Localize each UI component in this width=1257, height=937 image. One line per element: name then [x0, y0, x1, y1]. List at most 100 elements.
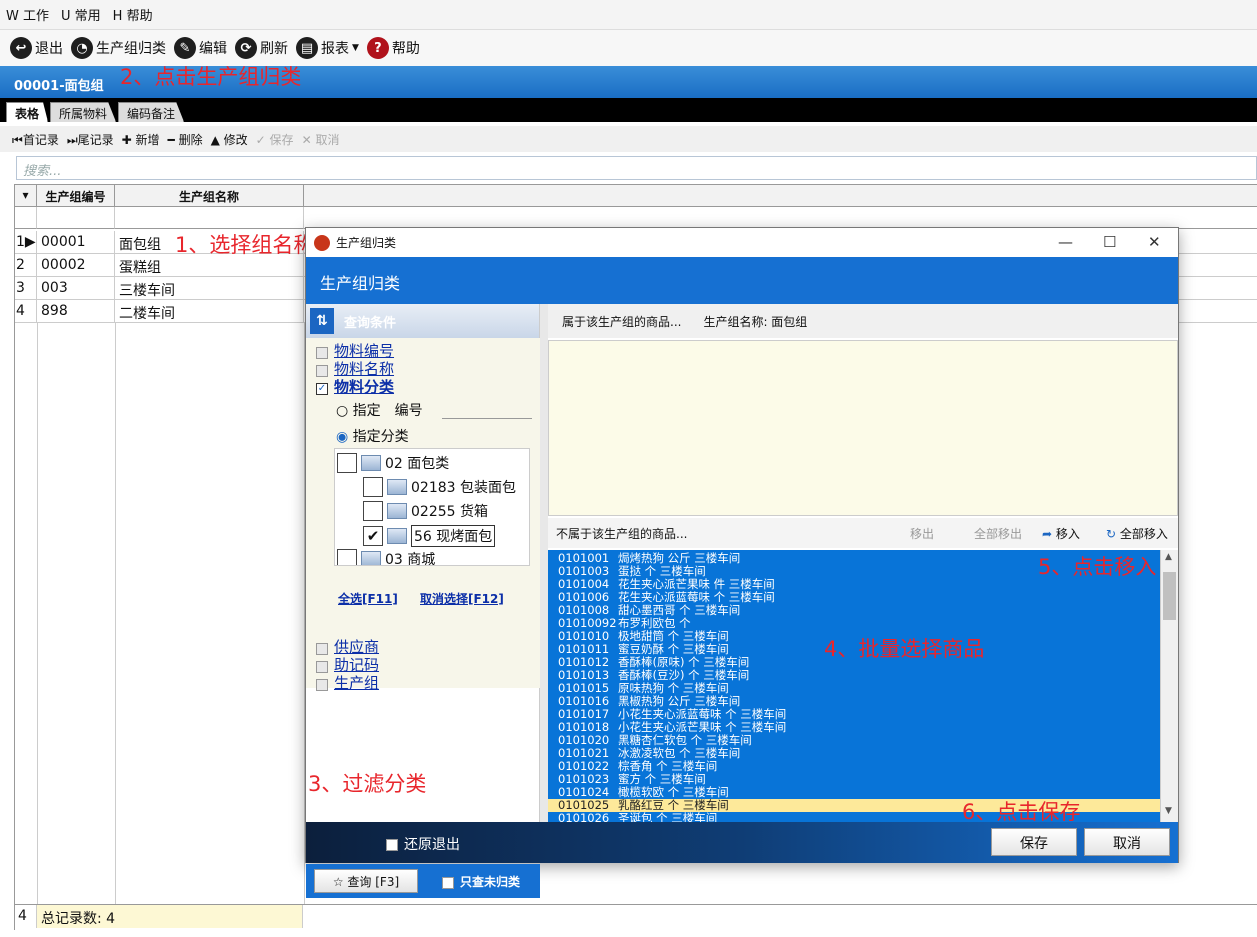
belongs-list[interactable] [548, 340, 1178, 516]
list-item[interactable]: 0101018 小花生夹心派芒果味 个 三楼车间 [548, 721, 1160, 734]
minimize-icon[interactable]: — [1058, 233, 1073, 251]
item-name: 花生夹心派蓝莓味 个 三楼车间 [618, 590, 775, 604]
move-all-in-button[interactable]: ↻ 全部移入 [1106, 525, 1168, 542]
item-code: 0101017 [558, 707, 610, 721]
deselect-link[interactable]: 取消选择[F12] [420, 590, 504, 607]
tree-node[interactable]: 02255 货箱 [363, 501, 488, 521]
item-name: 橄榄软欧 个 三楼车间 [618, 785, 729, 799]
menu-work[interactable]: W 工作 [6, 5, 49, 24]
item-code: 0101015 [558, 681, 610, 695]
cancel-button[interactable]: 取消 [1084, 828, 1170, 856]
record-nav: ⏮首记录 ⏭尾记录 ✚ 新增 ━ 删除 ▲ 修改 ✓ 保存 ✕ 取消 [0, 126, 1257, 152]
row-code: 898 [37, 300, 115, 323]
tree-node[interactable]: 03 商城 [337, 549, 435, 565]
classify-button[interactable]: ◔ 生产组归类 [71, 37, 166, 59]
list-item[interactable]: 01010092 布罗利欧包 个 [548, 617, 1160, 630]
menu-help[interactable]: H 帮助 [113, 5, 153, 24]
checkbox[interactable] [363, 501, 383, 521]
category-icon [387, 479, 407, 495]
tab-materials[interactable]: 所属物料 [50, 102, 117, 122]
query-panel: ⇅ 查询条件 物料编号 物料名称 ✓ 物料分类 ○ 指定 编号 ◉ 指定分类 02… [306, 304, 540, 898]
list-item[interactable]: 0101013 香酥棒(豆沙) 个 三楼车间 [548, 669, 1160, 682]
checkbox-checked[interactable]: ✔ [363, 526, 383, 546]
move-out-button[interactable]: 移出 [910, 525, 934, 542]
name-filter[interactable] [115, 207, 304, 229]
query-title: 查询条件 [344, 315, 397, 331]
col-name-header[interactable]: 生产组名称 [115, 185, 304, 207]
list-item[interactable]: 0101023 蜜方 个 三楼车间 [548, 773, 1160, 786]
only-unclassified-checkbox[interactable]: 只查未归类 [442, 873, 520, 890]
list-item[interactable]: 0101020 黑糖杏仁软包 个 三楼车间 [548, 734, 1160, 747]
search-input[interactable]: 搜索... [16, 156, 1257, 180]
tab-bar: 表格 所属物料 编码备注 [0, 98, 1257, 122]
query-body: 物料编号 物料名称 ✓ 物料分类 ○ 指定 编号 ◉ 指定分类 02 面包类 02… [306, 338, 540, 692]
item-name: 蜜豆奶酥 个 三楼车间 [618, 642, 729, 656]
col-code-header[interactable]: 生产组编号 [37, 185, 115, 207]
checkbox-checked[interactable]: ✓ [316, 382, 328, 395]
checkbox[interactable] [316, 364, 328, 377]
exit-button[interactable]: ↩ 退出 [10, 37, 63, 59]
refresh-label: 刷新 [260, 41, 288, 57]
first-record-button[interactable]: ⏮首记录 [12, 131, 59, 148]
maximize-icon[interactable]: ☐ [1103, 233, 1116, 251]
radio-category[interactable]: ◉ 指定分类 [336, 426, 409, 446]
checkbox[interactable] [337, 453, 357, 473]
edit-label: 编辑 [199, 41, 227, 57]
tree-node[interactable]: ✔ 56 现烤面包 [363, 525, 496, 547]
move-in-button[interactable]: ➦ 移入 [1042, 525, 1080, 542]
save-button[interactable]: 保存 [991, 828, 1077, 856]
row-index: 1▶ [15, 231, 37, 254]
item-name: 香酥棒(原味) 个 三楼车间 [618, 655, 750, 669]
checkbox[interactable] [316, 642, 328, 655]
list-item[interactable]: 0101006 花生夹心派蓝莓味 个 三楼车间 [548, 591, 1160, 604]
list-item[interactable]: 0101008 甜心墨西哥 个 三楼车间 [548, 604, 1160, 617]
category-icon [387, 503, 407, 519]
move-all-out-button[interactable]: 全部移出 [974, 525, 1022, 542]
radio-specify[interactable]: ○ 指定 编号 [336, 400, 423, 420]
group-name-label: 生产组名称: 面包组 [703, 314, 808, 329]
pencil-icon: ✎ [174, 37, 196, 59]
not-belongs-list[interactable]: 0101026 圣诞包 个 三楼车间 0101025 乳酪红豆 个 三楼车间 01010… [548, 550, 1178, 822]
edit-button[interactable]: ✎ 编辑 [174, 37, 227, 59]
restore-exit-checkbox[interactable]: 还原退出 [386, 834, 460, 854]
list-item[interactable]: 0101016 黑椒热狗 公斤 三楼车间 [548, 695, 1160, 708]
query-button[interactable]: ☆ 查询 [F3] [314, 869, 418, 893]
close-icon[interactable]: ✕ [1148, 233, 1161, 251]
annotation-4: 4、批量选择商品 [824, 637, 985, 661]
code-input[interactable] [442, 418, 532, 419]
tree-node[interactable]: 02183 包装面包 [363, 477, 516, 497]
report-button[interactable]: ▤ 报表 ▼ [296, 37, 359, 59]
tab-table[interactable]: 表格 [6, 102, 49, 122]
checkbox[interactable] [316, 660, 328, 673]
delete-button[interactable]: ━ 删除 [168, 131, 203, 148]
item-code: 0101018 [558, 720, 610, 734]
list-item[interactable]: 0101022 棕香角 个 三楼车间 [548, 760, 1160, 773]
code-filter[interactable] [37, 207, 115, 229]
filter-cell [15, 207, 37, 229]
last-record-button[interactable]: ⏭尾记录 [67, 131, 114, 148]
list-item[interactable]: 0101017 小花生夹心派蓝莓味 个 三楼车间 [548, 708, 1160, 721]
tab-notes[interactable]: 编码备注 [118, 102, 185, 122]
list-item[interactable]: 0101015 原味热狗 个 三楼车间 [548, 682, 1160, 695]
item-name: 棕香角 个 三楼车间 [618, 759, 718, 773]
filter-group[interactable]: 生产组 [316, 672, 379, 693]
splitter[interactable] [540, 304, 548, 822]
checkbox[interactable] [363, 477, 383, 497]
menu-common[interactable]: U 常用 [61, 5, 101, 24]
annotation-5: 5、点击移入 [1038, 555, 1157, 579]
refresh-button[interactable]: ⟳ 刷新 [235, 37, 288, 59]
item-code: 0101024 [558, 785, 610, 799]
scrollbar[interactable]: ▲ ▼ [1160, 550, 1178, 822]
filter-material-category[interactable]: ✓ 物料分类 [316, 376, 394, 397]
checkbox[interactable] [316, 678, 328, 691]
checkbox[interactable] [316, 346, 328, 359]
help-button[interactable]: ? 帮助 [366, 37, 420, 59]
item-name: 甜心墨西哥 个 三楼车间 [618, 603, 741, 617]
tree-node[interactable]: 02 面包类 [337, 453, 449, 473]
checkbox[interactable] [337, 549, 357, 565]
list-item[interactable]: 0101021 冰激凌软包 个 三楼车间 [548, 747, 1160, 760]
select-all-link[interactable]: 全选[F11] [338, 590, 398, 607]
help-icon: ? [366, 37, 389, 59]
modify-button[interactable]: ▲ 修改 [211, 131, 248, 148]
add-button[interactable]: ✚ 新增 [122, 131, 160, 148]
